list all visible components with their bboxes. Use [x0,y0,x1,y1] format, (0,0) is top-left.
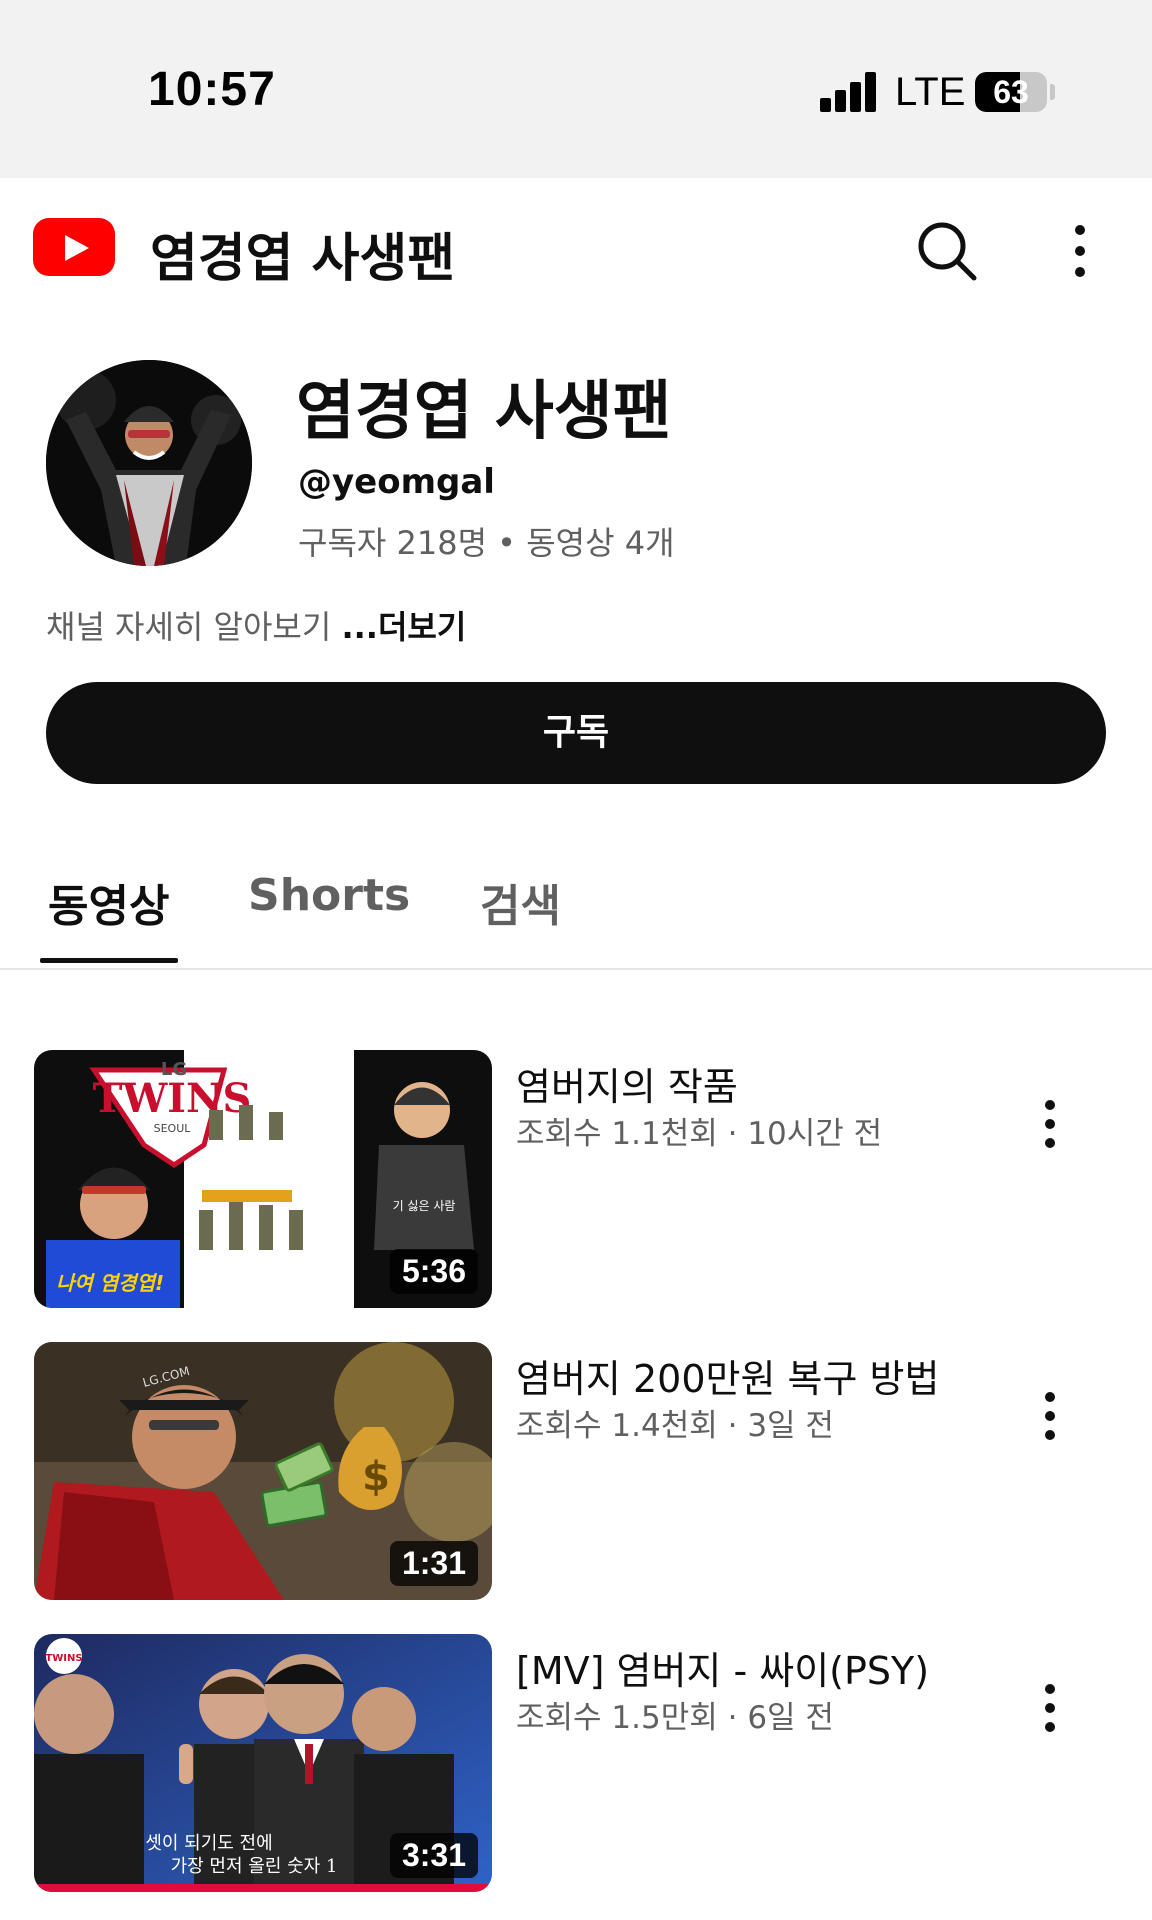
video-meta: 조회수 1.5만회 · 6일 전 [516,1700,834,1736]
battery-nub [1050,84,1055,100]
video-thumbnail[interactable]: TWINS 셋이 되기도 전에 가장 먼저 올린 숫자 1 3:31 [34,1634,492,1892]
status-time: 10:57 [148,63,276,116]
more-vert-icon [1030,1386,1070,1446]
app-header: 염경엽 사생팬 [0,178,1152,318]
video-meta: 조회수 1.1천회 · 10시간 전 [516,1116,883,1152]
subscribe-button[interactable]: 구독 [46,682,1106,784]
network-type: LTE [895,70,966,114]
svg-text:$: $ [362,1454,390,1500]
tab-search[interactable]: 검색 [480,870,561,934]
battery-icon: 63 [975,72,1047,112]
video-title[interactable]: 염버지의 작품 [516,1056,738,1111]
more-options-button[interactable] [1060,216,1100,286]
video-item[interactable]: TWINS 셋이 되기도 전에 가장 먼저 올린 숫자 1 3:31 [MV] … [0,1634,1152,1894]
youtube-logo-icon[interactable] [33,218,115,276]
video-item[interactable]: LG.COM $ 1:31 염버지 200만원 복구 방법 조회수 1.4천회 … [0,1342,1152,1602]
video-duration: 5:36 [389,1249,478,1294]
more-vert-icon [1030,1678,1070,1738]
thumb-text-side: 기 싫은 사람 [393,1199,456,1213]
channel-stats: 구독자 218명 • 동영상 4개 [298,524,675,562]
tab-shorts[interactable]: Shorts [248,870,410,921]
channel-avatar[interactable] [46,360,252,566]
video-thumbnail[interactable]: LG.COM $ 1:31 [34,1342,492,1600]
video-more-button[interactable] [1030,1386,1070,1446]
active-tab-indicator [40,958,178,963]
video-thumbnail[interactable]: LG TWINS SEOUL 나여 염경엽! 기 싫은 사람 5:36 [34,1050,492,1308]
thumb-text-caption: 나여 염경엽! [56,1271,164,1295]
battery-percent: 63 [993,74,1029,110]
video-meta: 조회수 1.4천회 · 3일 전 [516,1408,834,1444]
cellular-signal-icon [820,72,876,112]
thumb-text-twins: TWINS [93,1075,252,1122]
thumb-text-logo: TWINS [45,1653,82,1664]
search-icon [918,222,977,281]
avatar-image [46,360,252,566]
video-more-button[interactable] [1030,1094,1070,1154]
more-link[interactable]: ...더보기 [341,608,466,646]
channel-name: 염경엽 사생팬 [296,375,672,449]
more-vert-icon [1060,221,1100,281]
tab-videos[interactable]: 동영상 [48,870,169,934]
more-vert-icon [1030,1094,1070,1154]
search-button[interactable] [912,216,982,286]
video-title[interactable]: [MV] 염버지 - 싸이(PSY) [516,1640,929,1695]
header-title: 염경엽 사생팬 [150,229,456,289]
video-title[interactable]: 염버지 200만원 복구 방법 [516,1348,939,1403]
video-item[interactable]: LG TWINS SEOUL 나여 염경엽! 기 싫은 사람 5:36 염버지의… [0,1050,1152,1310]
channel-handle: @yeomgal [298,462,495,502]
video-more-button[interactable] [1030,1678,1070,1738]
status-bar: 10:57 LTE 63 [0,0,1152,178]
video-duration: 3:31 [389,1833,478,1878]
channel-description[interactable]: 채널 자세히 알아보기 ...더보기 [46,602,466,648]
thumb-text-seoul: SEOUL [154,1122,192,1135]
video-duration: 1:31 [389,1541,478,1586]
channel-tabs: 동영상 Shorts 검색 [0,840,1152,970]
channel-description-text: 채널 자세히 알아보기 [46,608,342,646]
thumb-text-line2: 가장 먼저 올린 숫자 1 [171,1856,338,1877]
thumb-text-line1: 셋이 되기도 전에 [145,1833,272,1854]
